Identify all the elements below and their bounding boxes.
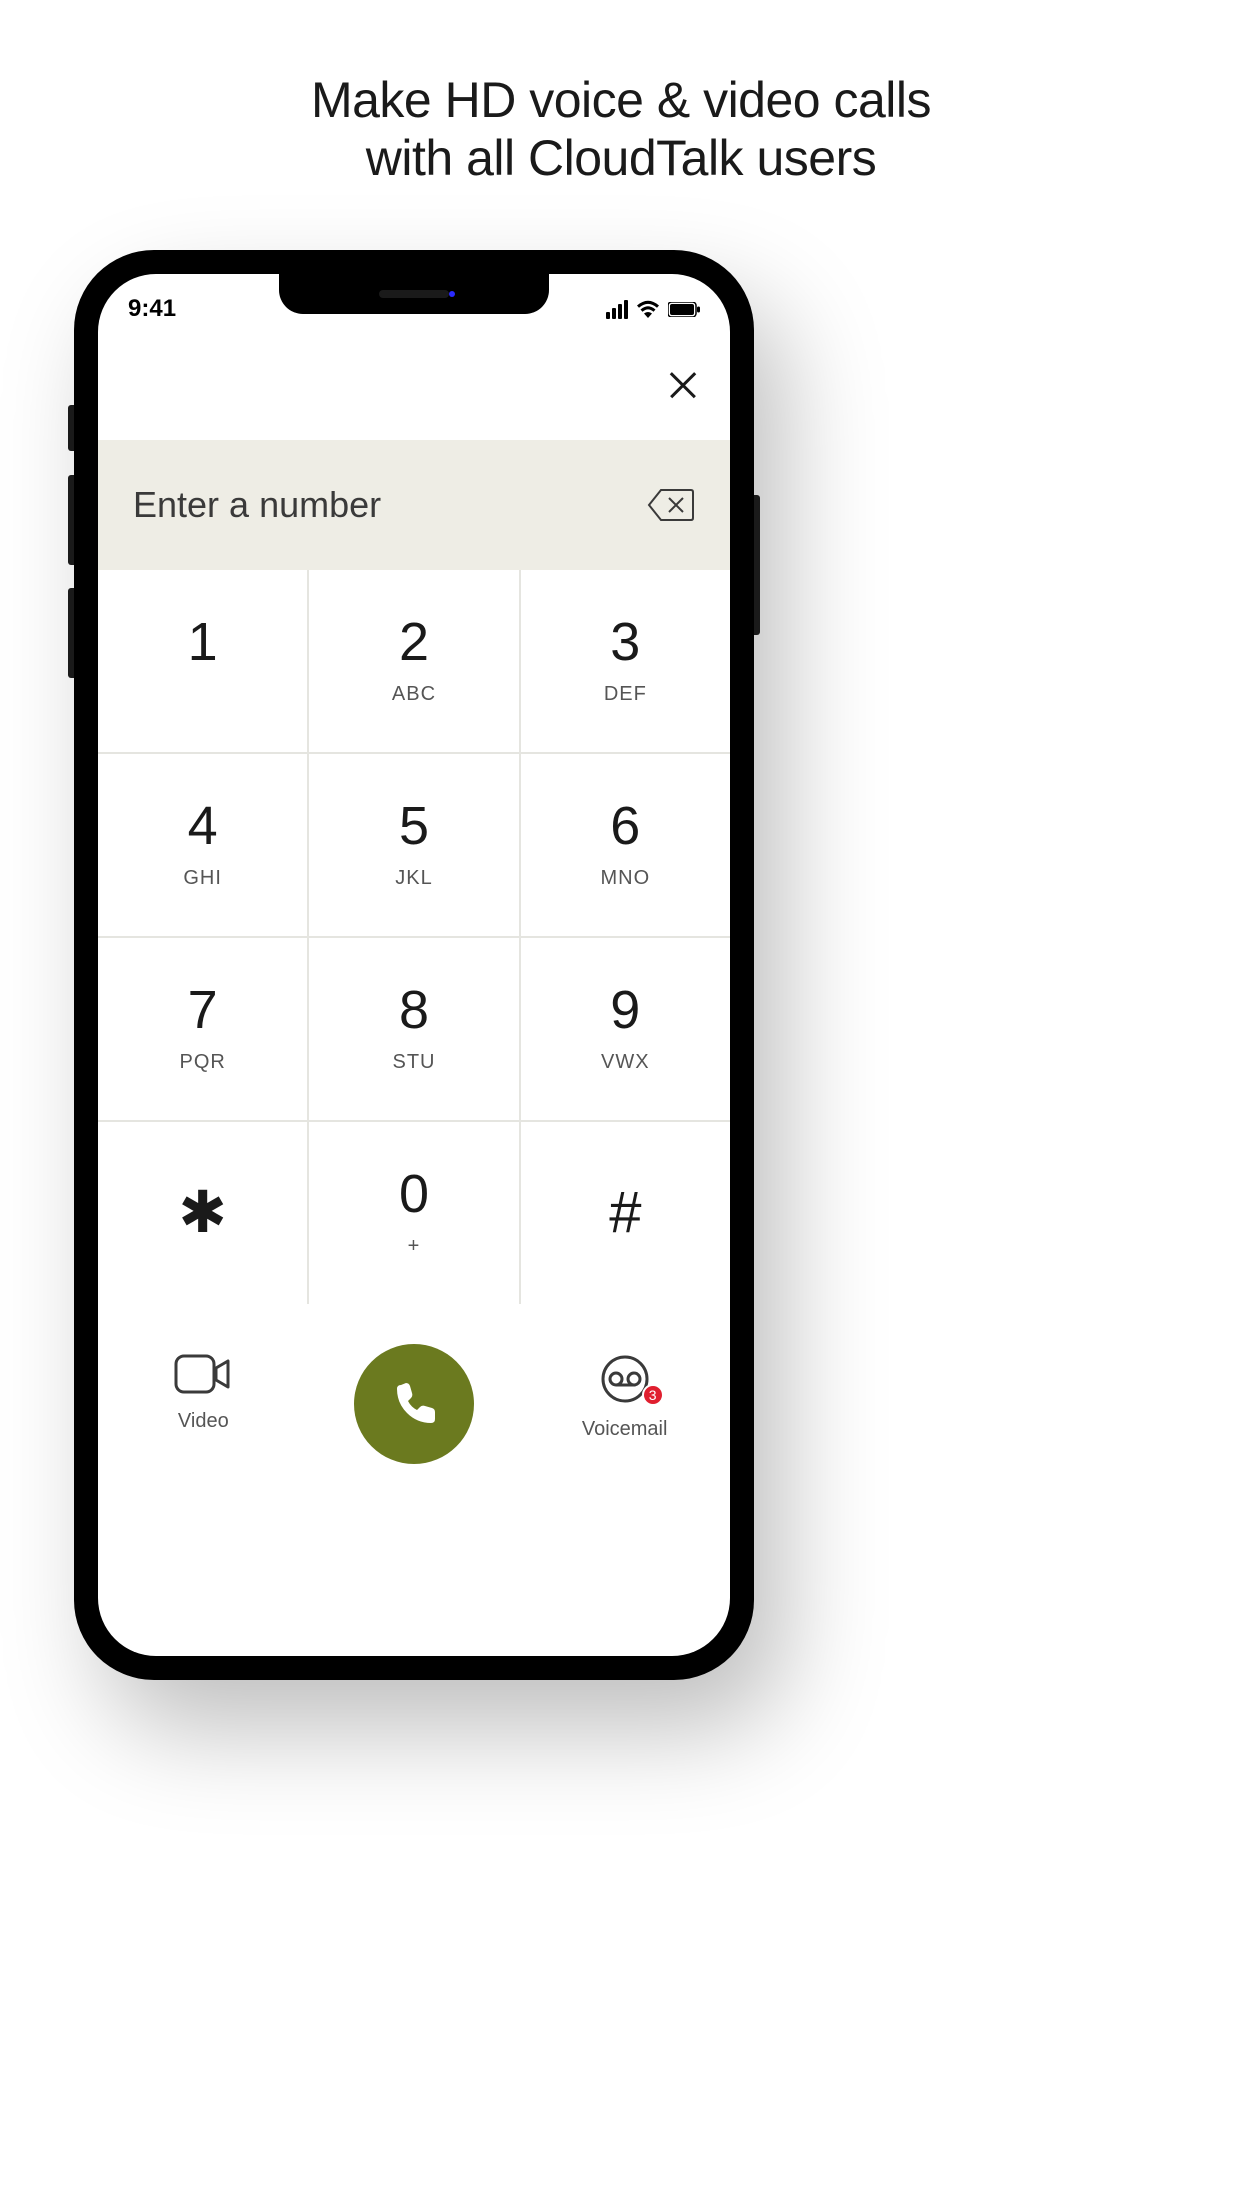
key-letters: MNO xyxy=(600,867,650,891)
notch xyxy=(279,274,549,314)
key-2[interactable]: 2 ABC xyxy=(309,570,518,752)
key-1[interactable]: 1 xyxy=(98,570,307,752)
cellular-signal-icon xyxy=(606,300,628,319)
key-9[interactable]: 9 VWX xyxy=(521,938,730,1120)
sensor xyxy=(449,291,455,297)
number-input-placeholder: Enter a number xyxy=(133,484,381,526)
key-digit: 5 xyxy=(399,799,429,853)
call-button[interactable] xyxy=(354,1344,474,1464)
volume-up-button xyxy=(68,475,74,565)
promo-line1: Make HD voice & video calls xyxy=(311,72,931,128)
video-call-button[interactable]: Video xyxy=(133,1354,273,1433)
speaker xyxy=(379,290,449,298)
key-3[interactable]: 3 DEF xyxy=(521,570,730,752)
status-time: 9:41 xyxy=(128,295,176,323)
dialpad: 1 2 ABC 3 DEF 4 GHI 5 JKL xyxy=(98,570,730,1304)
key-7[interactable]: 7 PQR xyxy=(98,938,307,1120)
key-letters: + xyxy=(408,1235,421,1259)
silence-switch xyxy=(68,405,74,451)
key-letters: PQR xyxy=(179,1051,225,1075)
status-indicators xyxy=(606,300,700,319)
key-letters: STU xyxy=(392,1051,435,1075)
key-digit: 6 xyxy=(610,799,640,853)
key-digit: 3 xyxy=(610,615,640,669)
promo-line2: with all CloudTalk users xyxy=(366,130,876,186)
key-digit: # xyxy=(609,1184,641,1242)
key-digit: 9 xyxy=(610,983,640,1037)
number-input-area[interactable]: Enter a number xyxy=(98,440,730,570)
promo-heading: Make HD voice & video calls with all Clo… xyxy=(0,0,1242,187)
key-digit: 2 xyxy=(399,615,429,669)
voicemail-label: Voicemail xyxy=(582,1418,668,1441)
modal-header xyxy=(98,330,730,440)
wifi-icon xyxy=(636,300,660,318)
key-digit: 7 xyxy=(188,983,218,1037)
voicemail-badge: 3 xyxy=(642,1384,664,1406)
key-5[interactable]: 5 JKL xyxy=(309,754,518,936)
key-star[interactable]: ✱ xyxy=(98,1122,307,1304)
call-actions: Video xyxy=(98,1304,730,1504)
key-4[interactable]: 4 GHI xyxy=(98,754,307,936)
key-digit: 1 xyxy=(188,615,218,669)
key-hash[interactable]: # xyxy=(521,1122,730,1304)
key-letters: VWX xyxy=(601,1051,650,1075)
video-label: Video xyxy=(178,1410,229,1433)
close-button[interactable] xyxy=(666,368,700,402)
volume-down-button xyxy=(68,588,74,678)
key-8[interactable]: 8 STU xyxy=(309,938,518,1120)
key-digit: 4 xyxy=(188,799,218,853)
key-letters: DEF xyxy=(604,683,647,707)
battery-icon xyxy=(668,302,700,317)
key-letters: JKL xyxy=(395,867,432,891)
backspace-button[interactable] xyxy=(647,488,695,522)
key-digit: ✱ xyxy=(178,1184,227,1242)
video-icon xyxy=(174,1354,232,1394)
phone-frame: 9:41 xyxy=(74,250,754,1680)
key-digit: 8 xyxy=(399,983,429,1037)
key-digit: 0 xyxy=(399,1167,429,1221)
voicemail-button[interactable]: 3 Voicemail xyxy=(555,1354,695,1441)
key-0[interactable]: 0 + xyxy=(309,1122,518,1304)
power-button xyxy=(754,495,760,635)
key-letters: GHI xyxy=(183,867,222,891)
key-letters: ABC xyxy=(392,683,436,707)
phone-icon xyxy=(389,1379,439,1429)
key-6[interactable]: 6 MNO xyxy=(521,754,730,936)
